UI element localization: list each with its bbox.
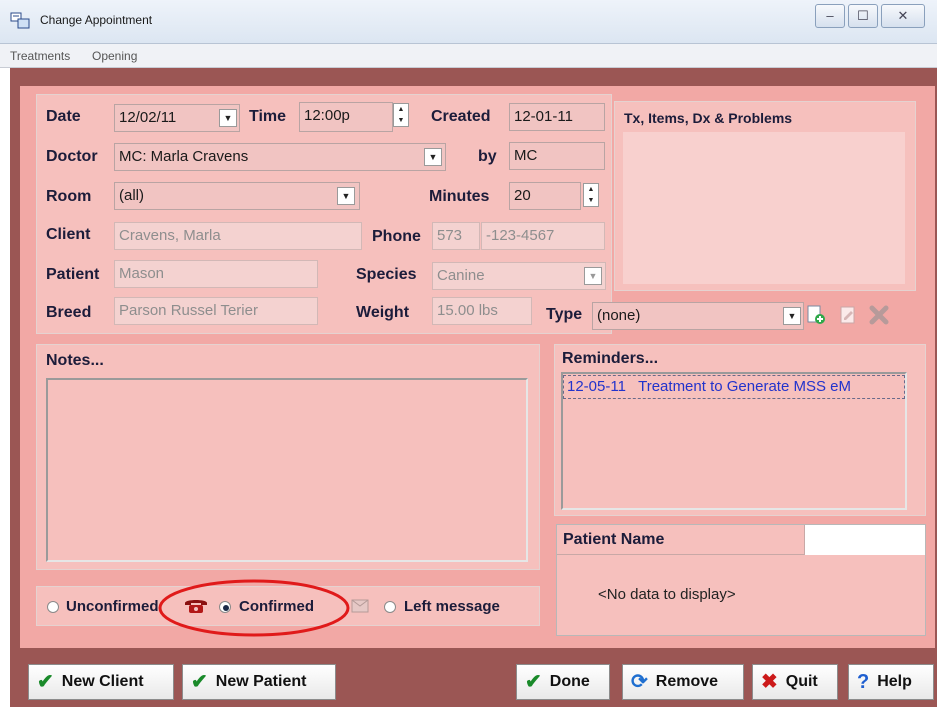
time-field[interactable]: 12:00p (299, 102, 393, 132)
quit-button[interactable]: ✖ Quit (752, 664, 838, 700)
delete-type-icon[interactable] (868, 304, 890, 326)
reminder-text: Treatment to Generate MSS eM (638, 378, 851, 395)
help-button[interactable]: ? Help (848, 664, 934, 700)
maximize-button[interactable]: ☐ (848, 4, 878, 28)
done-button[interactable]: ✔ Done (516, 664, 610, 700)
done-label: Done (549, 673, 590, 690)
minutes-spinner[interactable]: ▲ ▼ (583, 183, 599, 207)
menu-bar (0, 44, 937, 68)
spin-up-icon[interactable]: ▲ (584, 184, 598, 195)
close-button[interactable]: ✕ (881, 4, 925, 28)
minutes-label: Minutes (429, 188, 490, 205)
chevron-down-icon[interactable]: ▼ (424, 148, 442, 166)
checkmark-icon: ✔ (525, 671, 542, 693)
question-icon: ? (857, 671, 870, 693)
chevron-down-icon[interactable]: ▼ (219, 109, 237, 127)
room-select[interactable]: (all) (114, 182, 360, 210)
refresh-icon: ⟳ (631, 671, 648, 693)
minimize-button[interactable]: – (815, 4, 845, 28)
new-patient-label: New Patient (215, 673, 307, 690)
remove-button[interactable]: ⟳ Remove (622, 664, 744, 700)
notes-title: Notes... (46, 352, 104, 369)
checkmark-icon: ✔ (37, 671, 54, 693)
chevron-down-icon: ▼ (584, 267, 602, 285)
close-x-icon: ✖ (761, 671, 778, 693)
quit-label: Quit (785, 673, 818, 690)
weight-label: Weight (356, 304, 410, 321)
created-field: 12-01-11 (509, 103, 605, 131)
type-select[interactable]: (none) (592, 302, 804, 330)
type-label: Type (546, 306, 583, 323)
reminder-date: 12-05-11 (567, 378, 626, 395)
doctor-select[interactable]: MC: Marla Cravens (114, 143, 446, 171)
chevron-down-icon[interactable]: ▼ (783, 307, 801, 325)
left-message-radio[interactable] (384, 601, 396, 613)
phone-area-field: 573 (432, 222, 480, 250)
breed-label: Breed (46, 304, 92, 321)
new-patient-button[interactable]: ✔ New Patient (182, 664, 336, 700)
room-label: Room (46, 188, 92, 205)
edit-type-icon[interactable] (838, 305, 858, 325)
date-label: Date (46, 108, 81, 125)
spin-down-icon[interactable]: ▼ (584, 195, 598, 206)
remove-label: Remove (655, 673, 719, 690)
app-icon (10, 12, 30, 29)
breed-field: Parson Russel Terier (114, 297, 318, 325)
patient-label: Patient (46, 266, 100, 283)
unconfirmed-radio[interactable] (47, 601, 59, 613)
species-select: Canine (432, 262, 606, 290)
phone-label: Phone (372, 228, 421, 245)
envelope-icon (351, 599, 369, 613)
doctor-label: Doctor (46, 148, 98, 165)
spin-down-icon[interactable]: ▼ (394, 115, 408, 126)
add-type-icon[interactable] (806, 305, 826, 325)
by-label: by (478, 148, 497, 165)
created-label: Created (431, 108, 491, 125)
client-field: Cravens, Marla (114, 222, 362, 250)
unconfirmed-label[interactable]: Unconfirmed (66, 598, 159, 615)
list-item[interactable]: 12-05-11 Treatment to Generate MSS eM (563, 375, 905, 399)
patient-field: Mason (114, 260, 318, 288)
time-label: Time (249, 108, 287, 125)
new-client-button[interactable]: ✔ New Client (28, 664, 174, 700)
phone-number-field: -123-4567 (481, 222, 605, 250)
time-spinner[interactable]: ▲ ▼ (393, 103, 409, 127)
help-label: Help (877, 673, 912, 690)
no-data-message: <No data to display> (598, 586, 736, 603)
notes-textarea[interactable] (46, 378, 528, 562)
menu-opening[interactable]: Opening (92, 49, 137, 63)
tx-items-title: Tx, Items, Dx & Problems (624, 110, 793, 126)
by-field: MC (509, 142, 605, 170)
menu-treatments[interactable]: Treatments (10, 49, 70, 63)
species-label: Species (356, 266, 417, 283)
left-message-label[interactable]: Left message (404, 598, 500, 615)
checkmark-icon: ✔ (191, 671, 208, 693)
window-title: Change Appointment (40, 13, 153, 27)
minutes-field[interactable]: 20 (509, 182, 581, 210)
chevron-down-icon[interactable]: ▼ (337, 187, 355, 205)
client-label: Client (46, 226, 91, 243)
new-client-label: New Client (61, 673, 144, 690)
tx-items-list[interactable] (623, 132, 905, 284)
spin-up-icon[interactable]: ▲ (394, 104, 408, 115)
weight-field: 15.00 lbs (432, 297, 532, 325)
highlight-circle (158, 579, 350, 637)
patient-name-header[interactable]: Patient Name (557, 525, 805, 555)
reminders-title: Reminders... (562, 350, 659, 367)
